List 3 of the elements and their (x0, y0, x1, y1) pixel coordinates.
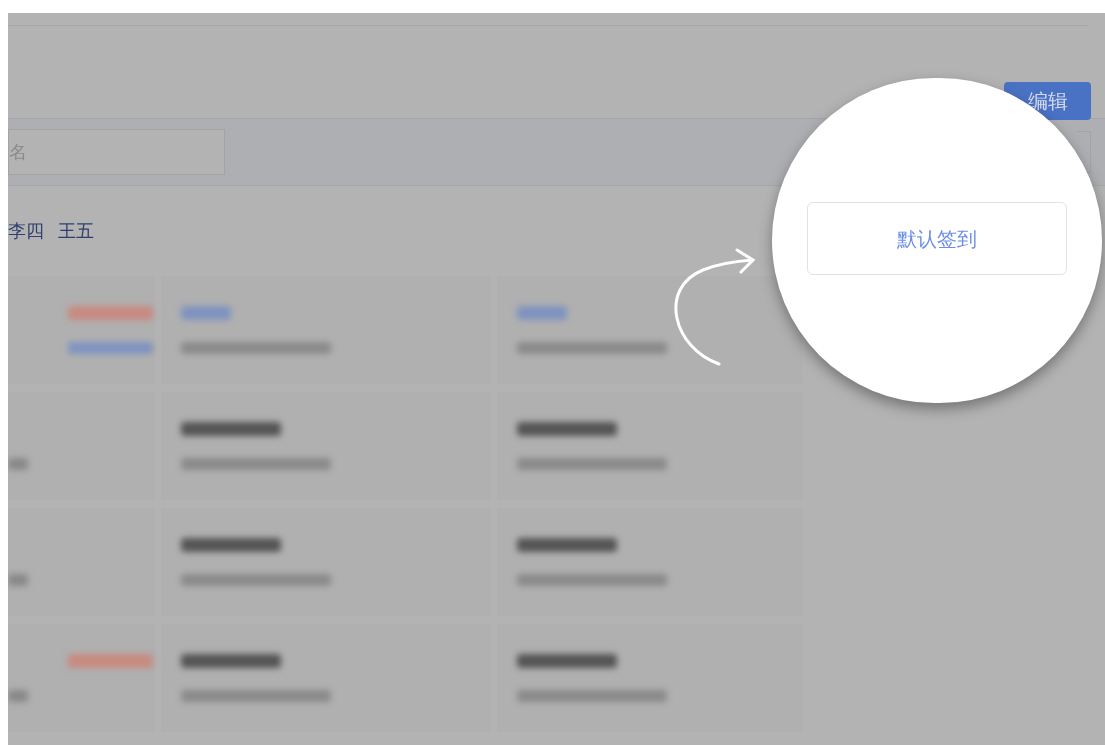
default-check-in-button[interactable]: 默认签到 (807, 202, 1067, 275)
name-link[interactable]: 王五 (58, 218, 94, 276)
name-link[interactable]: 李四 (8, 218, 44, 276)
